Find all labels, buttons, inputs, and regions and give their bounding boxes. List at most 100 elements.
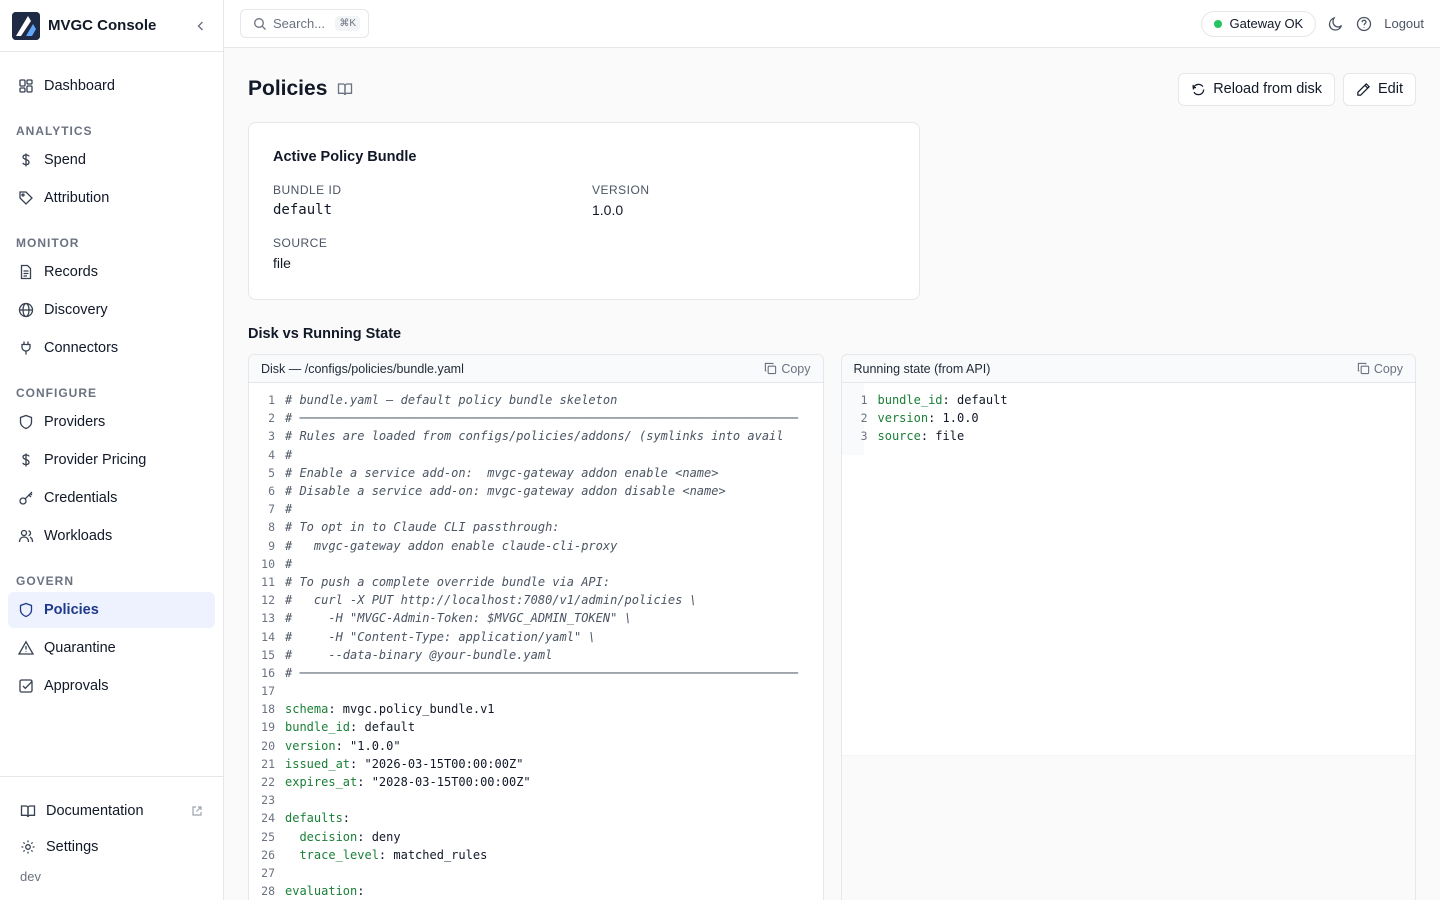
reload-label: Reload from disk	[1213, 81, 1322, 97]
copy-running-button[interactable]: Copy	[1357, 362, 1403, 376]
copy-icon	[1357, 362, 1370, 375]
sidebar-item-spend[interactable]: Spend	[8, 142, 215, 178]
line-number: 10	[261, 556, 275, 571]
line-number: 22	[261, 775, 275, 790]
sidebar-item-attribution[interactable]: Attribution	[8, 180, 215, 216]
code-line: 5 # Enable a service add-on: mvgc-gateway…	[249, 464, 823, 482]
sidebar-item-provider-pricing[interactable]: Provider Pricing	[8, 442, 215, 478]
yaml-key: bundle_id	[285, 720, 351, 735]
line-number: 25	[261, 829, 275, 844]
copy-icon	[764, 362, 777, 375]
logout-button[interactable]: Logout	[1384, 16, 1424, 31]
shield-icon	[18, 414, 34, 430]
topbar-actions: Gateway OK Logout	[1200, 10, 1424, 37]
edit-label: Edit	[1378, 81, 1403, 97]
copy-label: Copy	[1373, 361, 1403, 376]
settings-link[interactable]: Settings	[12, 829, 211, 865]
yaml-value: : "1.0.0"	[335, 738, 401, 753]
yaml-comment: # -H "MVGC-Admin-Token: $MVGC_ADMIN_TOKE…	[285, 611, 632, 626]
yaml-comment: # Rules are loaded from configs/policies…	[285, 429, 784, 444]
yaml-key: version	[877, 411, 929, 426]
code-line: 12 # curl -X PUT http://localhost:7080/v1…	[249, 591, 823, 609]
yaml-comment: # curl -X PUT http://localhost:7080/v1/a…	[285, 593, 697, 608]
sidebar-item-label: Attribution	[44, 190, 110, 206]
line-number: 5	[268, 465, 275, 480]
sidebar-item-providers[interactable]: Providers	[8, 404, 215, 440]
code-line: 24 defaults:	[249, 809, 823, 827]
line-number: 14	[261, 629, 275, 644]
collapse-sidebar-icon[interactable]	[191, 16, 211, 36]
search-input[interactable]: Search... ⌘K	[240, 9, 369, 38]
moon-icon[interactable]	[1328, 16, 1344, 32]
code-line: 19 bundle_id: default	[249, 718, 823, 736]
sidebar-item-credentials[interactable]: Credentials	[8, 480, 215, 516]
code-line: 2 version: 1.0.0	[842, 409, 1416, 427]
code-line: 11 # To push a complete override bundle v…	[249, 573, 823, 591]
page-header: Policies Reload from disk Edit	[248, 48, 1416, 130]
book-open-icon[interactable]	[337, 81, 353, 97]
line-number: 6	[268, 484, 275, 499]
code-line: 26 trace_level: matched_rules	[249, 846, 823, 864]
yaml-comment: #	[285, 556, 293, 571]
sidebar-item-workloads[interactable]: Workloads	[8, 518, 215, 554]
sidebar-item-label: Policies	[44, 602, 99, 618]
line-number: 1	[860, 393, 868, 408]
tag-icon	[18, 190, 34, 206]
code-line: 28 evaluation:	[249, 882, 823, 900]
environment-label: dev	[20, 869, 41, 884]
code-line: 3 # Rules are loaded from configs/policie…	[249, 427, 823, 445]
main-content: Policies Reload from disk Edit Active Po…	[224, 48, 1440, 900]
shield-icon	[18, 602, 34, 618]
sidebar-item-quarantine[interactable]: Quarantine	[8, 630, 215, 666]
dollar-icon	[18, 152, 34, 168]
yaml-value: : "2028-03-15T00:00:00Z"	[357, 775, 531, 790]
search-shortcut: ⌘K	[335, 16, 360, 31]
reload-from-disk-button[interactable]: Reload from disk	[1178, 72, 1335, 106]
sidebar-item-label: Dashboard	[44, 78, 115, 94]
app-logo	[12, 11, 40, 40]
code-line: 22 expires_at: "2028-03-15T00:00:00Z"	[249, 773, 823, 791]
yaml-key: version	[285, 738, 336, 753]
sidebar-item-records[interactable]: Records	[8, 254, 215, 290]
sidebar-item-connectors[interactable]: Connectors	[8, 330, 215, 366]
layout-grid-icon	[18, 78, 34, 94]
topbar: Search... ⌘K Gateway OK Logout	[224, 0, 1440, 48]
sidebar-footer: Documentation Settings dev	[0, 776, 223, 900]
copy-label: Copy	[781, 361, 811, 376]
yaml-key: defaults	[285, 811, 343, 826]
sidebar-item-label: Connectors	[44, 340, 119, 356]
line-number: 7	[268, 502, 275, 517]
line-number: 3	[268, 429, 275, 444]
brand: MVGC Console	[0, 0, 223, 52]
sidebar-item-approvals[interactable]: Approvals	[8, 668, 215, 704]
sidebar-item-discovery[interactable]: Discovery	[8, 292, 215, 328]
running-code-editor[interactable]: 1 bundle_id: default 2 version: 1.0.0 3 sourc…	[842, 383, 1416, 446]
line-number: 2	[860, 411, 868, 426]
edit-button[interactable]: Edit	[1343, 72, 1416, 106]
plug-icon	[18, 340, 34, 356]
help-icon[interactable]	[1356, 16, 1372, 32]
page-title: Policies	[248, 77, 328, 100]
code-line: 9 # mvgc-gateway addon enable claude-cli-…	[249, 537, 823, 555]
code-line: 2 # ─────────────────────────────────────…	[249, 409, 823, 427]
documentation-label: Documentation	[46, 803, 144, 819]
yaml-value: : 1.0.0	[928, 411, 979, 426]
search-icon	[253, 17, 267, 31]
yaml-key: expires_at	[285, 775, 358, 790]
running-panel-header: Running state (from API) Copy	[841, 355, 1415, 383]
line-number: 12	[261, 593, 275, 608]
line-number: 28	[261, 884, 275, 899]
documentation-link[interactable]: Documentation	[12, 793, 211, 829]
sidebar-item-policies[interactable]: Policies	[8, 592, 215, 628]
yaml-value: :	[342, 811, 351, 826]
line-number: 21	[261, 756, 275, 771]
yaml-comment: # To push a complete override bundle via…	[285, 574, 611, 589]
sidebar-item-dashboard[interactable]: Dashboard	[8, 68, 215, 104]
active-policy-bundle-card: Active Policy Bundle BUNDLE ID default V…	[248, 122, 920, 300]
code-line: 6 # Disable a service add-on: mvgc-gatewa…	[249, 482, 823, 500]
copy-disk-button[interactable]: Copy	[764, 361, 811, 376]
yaml-value: : file	[920, 429, 965, 444]
yaml-key: trace_level	[285, 847, 379, 862]
line-number: 26	[261, 847, 275, 862]
disk-code-editor[interactable]: 1 # bundle.yaml — default policy bundle s…	[249, 383, 823, 900]
